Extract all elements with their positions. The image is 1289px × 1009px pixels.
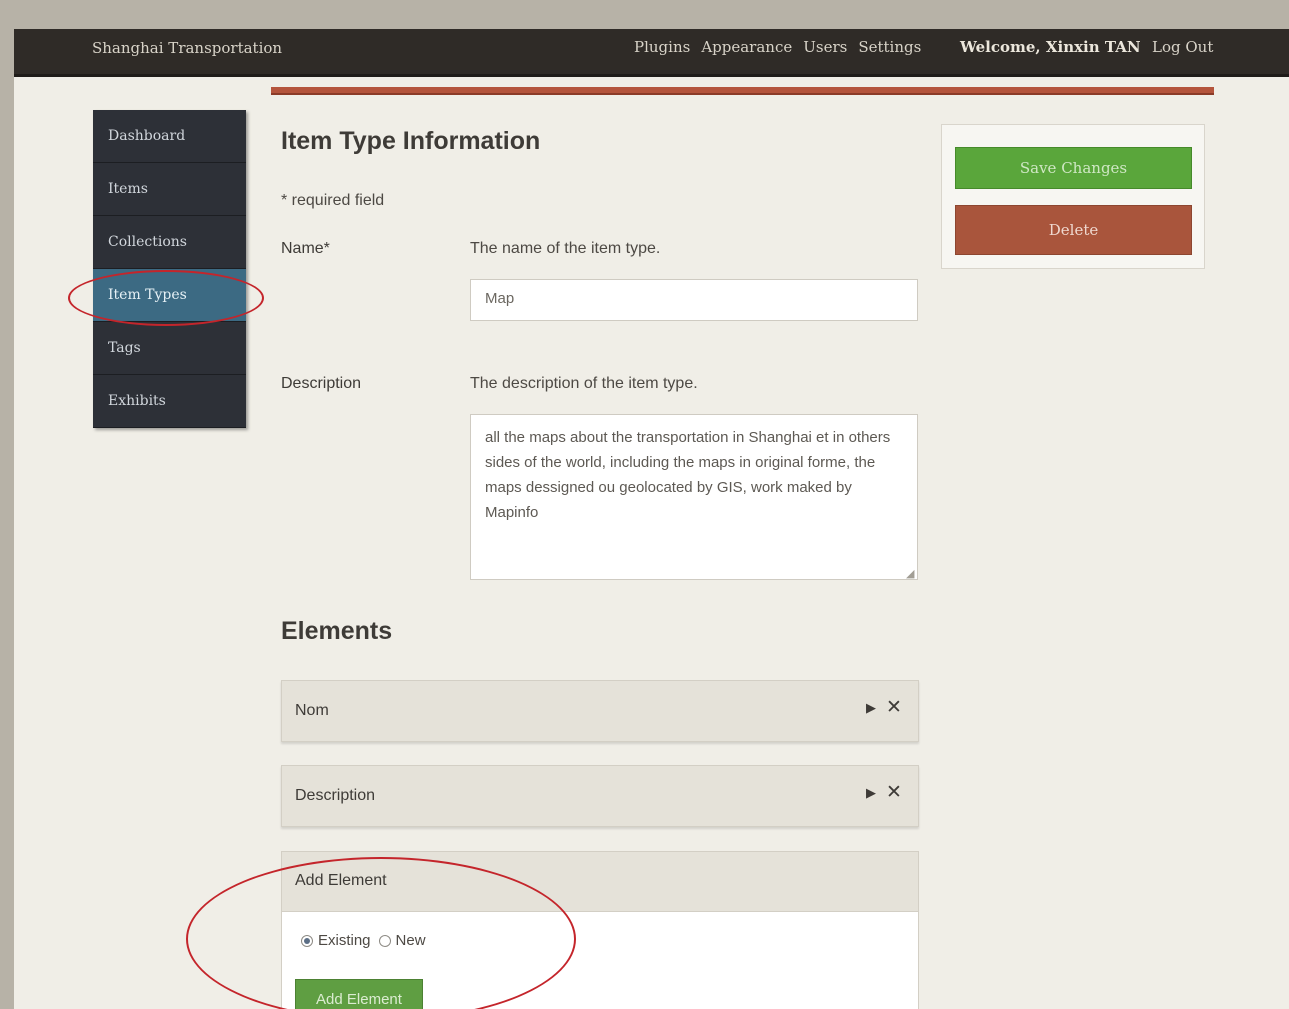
sidebar-item-items[interactable]: Items: [93, 163, 246, 216]
sidebar-nav: Dashboard Items Collections Item Types T…: [93, 110, 246, 428]
welcome-text: Welcome, Xinxin TAN: [960, 38, 1141, 56]
nav-appearance[interactable]: Appearance: [701, 38, 792, 56]
nav-users[interactable]: Users: [803, 38, 847, 56]
expand-arrow-icon[interactable]: ▶: [866, 701, 876, 716]
description-label: Description: [281, 375, 362, 392]
sidebar-item-collections[interactable]: Collections: [93, 216, 246, 269]
name-hint: The name of the item type.: [470, 240, 661, 257]
content-accent-bar: [271, 87, 1214, 95]
logout-link[interactable]: Log Out: [1152, 38, 1213, 56]
sidebar-item-dashboard[interactable]: Dashboard: [93, 110, 246, 163]
highlight-circle-add-element: [186, 857, 576, 1009]
top-nav: Plugins Appearance Users Settings: [634, 38, 921, 56]
element-name: Description: [295, 787, 376, 804]
delete-x-icon[interactable]: ✕: [886, 781, 902, 803]
sidebar-item-tags[interactable]: Tags: [93, 322, 246, 375]
highlight-circle-nav: [68, 270, 264, 326]
nav-settings[interactable]: Settings: [858, 38, 921, 56]
resize-grip-icon[interactable]: ◢: [906, 567, 914, 580]
app-window: Shanghai Transportation Plugins Appearan…: [14, 29, 1289, 1009]
elements-heading: Elements: [281, 617, 393, 645]
required-note: * required field: [281, 192, 385, 209]
name-label: Name*: [281, 240, 330, 257]
save-panel: Save Changes Delete: [941, 124, 1205, 269]
expand-arrow-icon[interactable]: ▶: [866, 786, 876, 801]
top-bar: Shanghai Transportation Plugins Appearan…: [14, 29, 1289, 77]
element-row-description[interactable]: Description ▶ ✕: [281, 765, 919, 827]
page-title: Item Type Information: [281, 127, 541, 155]
delete-x-icon[interactable]: ✕: [886, 696, 902, 718]
site-title-link[interactable]: Shanghai Transportation: [92, 39, 282, 57]
element-row-nom[interactable]: Nom ▶ ✕: [281, 680, 919, 742]
description-textarea[interactable]: all the maps about the transportation in…: [470, 414, 918, 580]
nav-plugins[interactable]: Plugins: [634, 38, 690, 56]
sidebar-item-exhibits[interactable]: Exhibits: [93, 375, 246, 428]
name-input[interactable]: Map: [470, 279, 918, 321]
element-name: Nom: [295, 702, 329, 719]
description-hint: The description of the item type.: [470, 375, 698, 392]
save-changes-button[interactable]: Save Changes: [955, 147, 1192, 189]
delete-button[interactable]: Delete: [955, 205, 1192, 255]
